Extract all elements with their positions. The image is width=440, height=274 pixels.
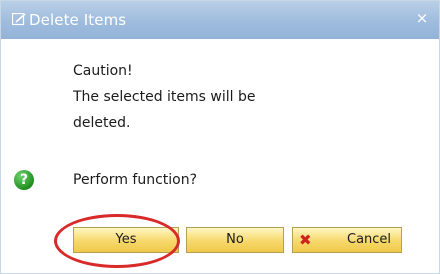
dialog-edit-icon: [12, 13, 26, 26]
message-text: Caution! The selected items will be dele…: [73, 58, 323, 136]
cancel-button[interactable]: ✖ Cancel: [292, 227, 402, 253]
yes-button[interactable]: Yes: [73, 227, 179, 253]
cancel-x-icon: ✖: [299, 231, 312, 249]
delete-items-dialog: Delete Items × Caution! The selected ite…: [0, 0, 440, 274]
message-line-caution: Caution!: [73, 63, 133, 79]
title-bar[interactable]: Delete Items ×: [1, 1, 439, 39]
message-line-3: deleted.: [73, 115, 131, 131]
no-button[interactable]: No: [186, 227, 284, 253]
message-line-2: The selected items will be: [73, 89, 256, 105]
dialog-title: Delete Items: [29, 11, 127, 29]
question-icon: ?: [14, 170, 34, 190]
prompt-text: Perform function?: [73, 172, 198, 188]
close-icon[interactable]: ×: [414, 10, 430, 26]
cancel-button-label: Cancel: [347, 232, 392, 247]
